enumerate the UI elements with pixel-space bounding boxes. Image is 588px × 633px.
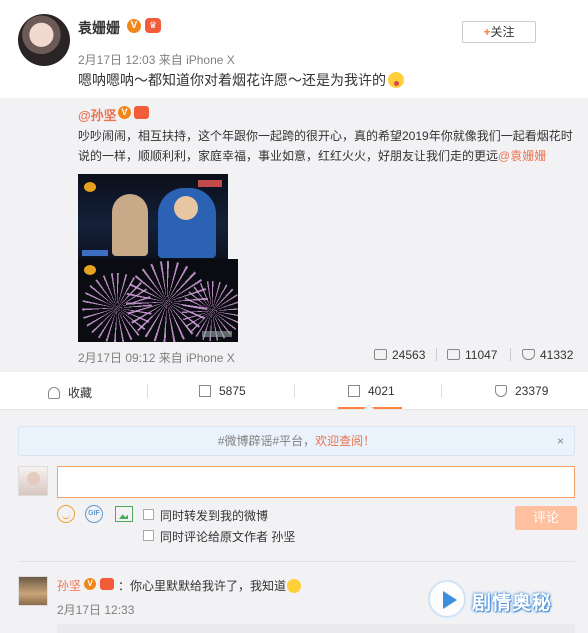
- notice-link[interactable]: 欢迎查阅！: [315, 434, 375, 448]
- close-icon[interactable]: ×: [557, 427, 564, 455]
- repost-image-fireworks[interactable]: [78, 259, 238, 342]
- repost-meta: 2月17日 09:12 来自 iPhone X: [78, 349, 235, 366]
- plus-icon: +: [483, 25, 491, 39]
- forward-option-label[interactable]: 同时转发到我的微博: [160, 507, 268, 524]
- author-name[interactable]: 袁姗姗: [78, 18, 120, 38]
- favorite-label: 收藏: [68, 386, 93, 400]
- repost-comment-value: 11047: [465, 348, 498, 362]
- comment-icon: [348, 385, 360, 397]
- post-source: 来自 iPhone X: [158, 53, 235, 67]
- comment-count: 4021: [368, 384, 395, 398]
- tv-logo-icon: [84, 265, 96, 275]
- divider: [147, 384, 148, 398]
- star-icon: [48, 387, 60, 399]
- forward-count: 5875: [219, 384, 246, 398]
- follow-label: 关注: [490, 25, 515, 39]
- repost-like-value: 41332: [540, 348, 574, 362]
- commenter-name[interactable]: 孙坚: [57, 577, 81, 594]
- favorite-button[interactable]: 收藏: [48, 384, 92, 401]
- member-crown-icon: [100, 578, 114, 590]
- comment-text: ：你心里默默给我许了，我知道: [118, 577, 302, 594]
- comment-author-option-label[interactable]: 同时评论给原文作者 孙坚: [160, 528, 295, 545]
- post-text: 嗯呐嗯呐～都知道你对着烟花许愿～还是为我许的: [78, 70, 404, 90]
- tongue-emoji-icon: [388, 72, 404, 88]
- comment-author-checkbox[interactable]: [143, 530, 154, 541]
- repost-forward-value: 24563: [392, 348, 426, 362]
- comment-section: #微博辟谣#平台，欢迎查阅！ × GIF 同时转发到我的微博 同时评论给原文作者…: [0, 410, 588, 633]
- forward-icon: [199, 385, 211, 397]
- mention-link[interactable]: @袁姗姗: [498, 149, 546, 163]
- repost-like-count[interactable]: 41332: [522, 348, 573, 362]
- rumor-notice[interactable]: #微博辟谣#平台，欢迎查阅！ ×: [18, 426, 575, 456]
- like-icon: [495, 385, 507, 397]
- divider: [18, 561, 575, 562]
- reposted-weibo: @孙坚 V 吵吵闹闹，相互扶持，这个年跟你一起跨的很开心，真的希望2019年你就…: [0, 98, 588, 372]
- next-comment-edge: [57, 624, 575, 633]
- like-icon: [522, 349, 535, 360]
- submit-comment-button[interactable]: 评论: [515, 506, 577, 530]
- divider: [510, 348, 511, 361]
- repost-text: 吵吵闹闹，相互扶持，这个年跟你一起跨的很开心，真的希望2019年你就像我们一起看…: [78, 126, 578, 166]
- member-crown-icon: [134, 106, 149, 119]
- repost-forward-count[interactable]: 24563: [374, 348, 425, 362]
- comment-text-content: ：你心里默默给我许了，我知道: [118, 579, 287, 593]
- member-crown-icon: ♛: [145, 18, 161, 33]
- like-button[interactable]: 23379: [495, 384, 548, 398]
- tv-logo-icon: [84, 182, 96, 192]
- divider: [294, 384, 295, 398]
- gif-icon[interactable]: GIF: [85, 505, 103, 523]
- verified-icon: V: [118, 106, 131, 119]
- comment-input[interactable]: [57, 466, 575, 498]
- tv-caption-bar: [82, 250, 108, 256]
- repost-image-couple[interactable]: [78, 174, 228, 259]
- repost-author[interactable]: @孙坚: [78, 105, 117, 124]
- post-meta: 2月17日 12:03 来自 iPhone X: [78, 51, 235, 68]
- follow-button[interactable]: +关注: [462, 21, 536, 43]
- my-avatar[interactable]: [18, 466, 48, 496]
- verified-icon: V: [127, 19, 141, 33]
- author-avatar[interactable]: [18, 14, 70, 66]
- forward-button[interactable]: 5875: [199, 384, 246, 398]
- smug-emoji-icon: [287, 579, 302, 593]
- tv-tag: [198, 180, 222, 187]
- comment-icon: [447, 349, 460, 360]
- divider: [436, 348, 437, 361]
- post-header: 袁姗姗 V ♛ 2月17日 12:03 来自 iPhone X +关注 嗯呐嗯呐…: [0, 0, 588, 98]
- repost-timestamp[interactable]: 2月17日 09:12: [78, 351, 155, 365]
- comment-time: 2月17日 12:33: [57, 603, 135, 617]
- commenter-avatar[interactable]: [18, 576, 48, 606]
- image-icon[interactable]: [115, 506, 133, 522]
- forward-checkbox[interactable]: [143, 509, 154, 520]
- person-right-head: [174, 196, 198, 220]
- post-timestamp[interactable]: 2月17日 12:03: [78, 53, 155, 67]
- post-text-content: 嗯呐嗯呐～都知道你对着烟花许愿～还是为我许的: [78, 72, 386, 88]
- site-watermark: 剧情奥秘: [428, 578, 578, 622]
- repost-comment-count[interactable]: 11047: [447, 348, 497, 362]
- comment-button[interactable]: 4021: [348, 384, 395, 398]
- divider: [441, 384, 442, 398]
- like-count: 23379: [515, 384, 549, 398]
- emoji-icon[interactable]: [57, 505, 75, 523]
- play-logo-icon: [428, 580, 466, 618]
- watermark-text: 剧情奥秘: [472, 593, 553, 614]
- verified-icon: V: [84, 578, 96, 590]
- forward-icon: [374, 349, 387, 360]
- person-left: [112, 194, 148, 256]
- image-watermark: [202, 331, 232, 337]
- notice-text: #微博辟谣#平台，: [217, 434, 316, 448]
- repost-source: 来自 iPhone X: [158, 351, 235, 365]
